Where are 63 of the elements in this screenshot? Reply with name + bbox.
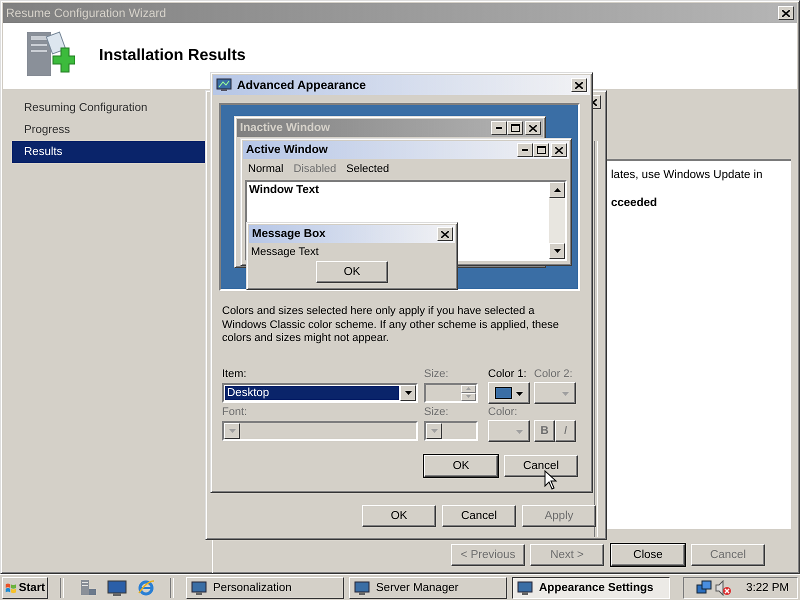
result-text: lates, use Windows Update in <box>611 169 764 181</box>
description-text: Colors and sizes selected here only apply if you have selected a Windows Classic color scheme. If any other scheme is applied, these colors and sizes might not appear. <box>222 305 560 346</box>
field-label: Color 2: <box>534 368 574 380</box>
maximize-icon <box>507 121 523 135</box>
field-label: Item: <box>222 368 248 380</box>
menu-item: Disabled <box>293 162 336 174</box>
volume-muted-icon[interactable] <box>715 580 732 596</box>
page-heading: Installation Results <box>99 47 246 65</box>
color-picker-button[interactable] <box>488 382 530 404</box>
dialog-button[interactable]: Cancel <box>442 505 516 527</box>
color-picker-button[interactable] <box>534 382 576 404</box>
spin-up-icon <box>461 384 476 392</box>
message-text: Message Text <box>250 245 320 260</box>
window-title: Advanced Appearance <box>237 78 367 92</box>
font-dropdown[interactable] <box>222 420 418 440</box>
close-icon <box>525 121 541 135</box>
scroll-up-icon <box>554 188 560 192</box>
clock: 3:22 PM <box>746 582 789 594</box>
scroll-down-icon <box>554 249 560 253</box>
taskbar-button[interactable]: Server Manager <box>349 576 507 598</box>
field-label: Color 1: <box>488 368 528 380</box>
dialog-button[interactable]: Cancel <box>504 454 578 476</box>
maximize-icon <box>533 143 549 157</box>
desktop-icon[interactable] <box>107 578 127 596</box>
window-title: Inactive Window <box>240 122 330 134</box>
step-item: Progress <box>23 123 72 138</box>
item-dropdown[interactable]: Desktop <box>222 382 418 402</box>
field-label: Size: <box>424 406 450 418</box>
minimize-icon <box>517 143 533 157</box>
server-icon[interactable] <box>79 578 97 596</box>
dialog-button[interactable]: OK <box>424 454 498 476</box>
window-title: Active Window <box>246 144 328 156</box>
window-icon <box>517 580 533 596</box>
window-icon <box>354 580 370 596</box>
spin-down-icon <box>461 392 476 400</box>
start-button[interactable]: Start <box>2 576 48 598</box>
window-text: Window Text <box>248 183 320 198</box>
result-text: cceeded <box>611 197 658 209</box>
window-title: Resume Configuration Wizard <box>6 6 168 20</box>
monitor-icon <box>216 78 232 92</box>
window-icon <box>191 580 207 596</box>
browser-icon[interactable] <box>137 578 155 596</box>
dropdown-value: Desktop <box>225 386 399 400</box>
close-button[interactable] <box>571 78 587 92</box>
color-picker-button[interactable] <box>488 420 530 442</box>
field-label: Color: <box>488 406 518 418</box>
close-icon <box>551 143 567 157</box>
dialog-button[interactable]: OK <box>362 505 436 527</box>
close-icon <box>437 227 453 241</box>
minimize-icon <box>491 121 507 135</box>
close-icon <box>575 82 583 88</box>
window-title: Message Box <box>252 228 326 240</box>
network-icon[interactable] <box>696 580 712 596</box>
field-label: Size: <box>424 368 450 380</box>
taskbar-button[interactable]: Personalization <box>186 576 344 598</box>
field-label: Font: <box>222 406 248 418</box>
close-icon <box>782 10 790 16</box>
font-size-dropdown[interactable] <box>424 420 478 440</box>
step-item: Resuming Configuration <box>23 101 148 116</box>
wizard-button[interactable]: Close <box>611 544 685 566</box>
windows-flag-icon <box>5 580 17 594</box>
mouse-cursor-icon <box>544 470 558 490</box>
taskbar-button[interactable]: Appearance Settings <box>512 576 670 598</box>
